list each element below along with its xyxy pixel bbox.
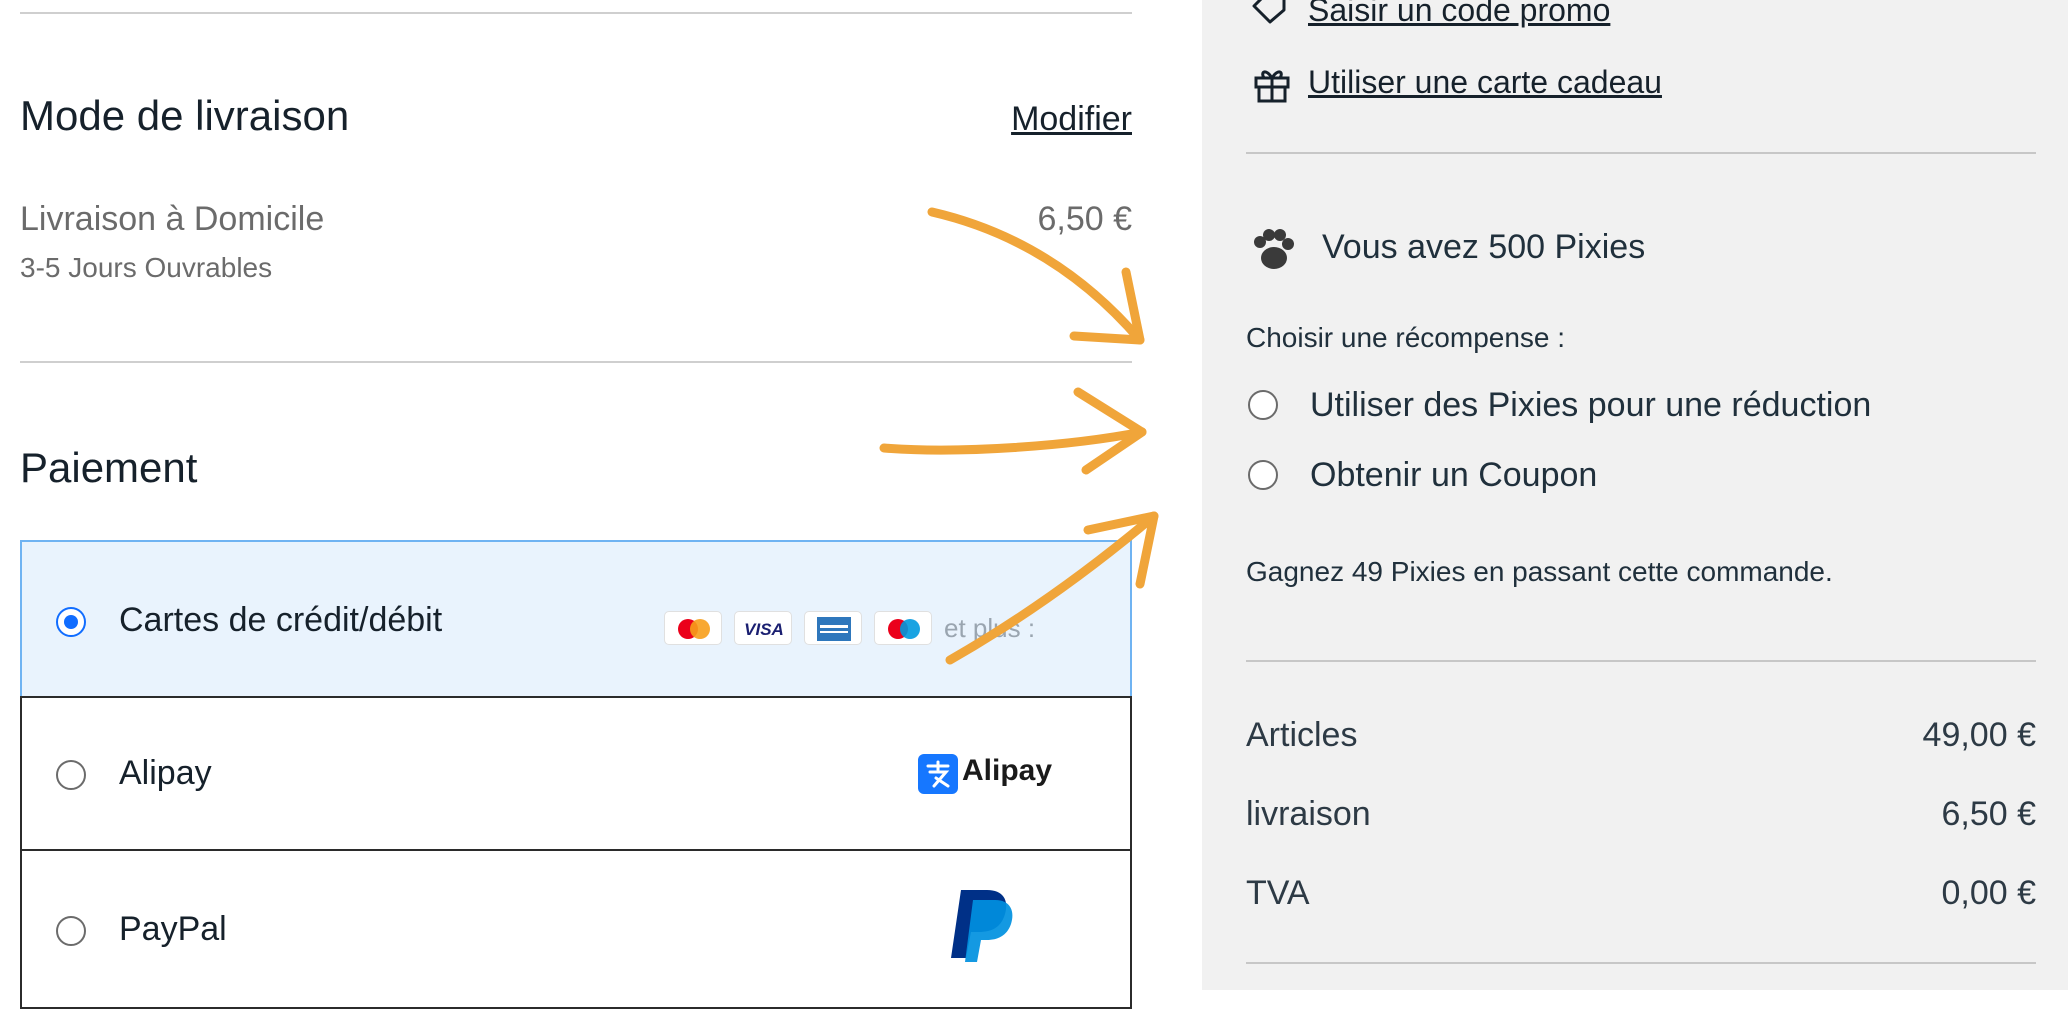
maestro-icon xyxy=(874,611,932,645)
cards-label: Cartes de crédit/débit xyxy=(119,601,443,639)
earn-note: Gagnez 49 Pixies en passant cette comman… xyxy=(1246,556,1833,587)
reward-prompt: Choisir une récompense : xyxy=(1246,322,1566,353)
more-cards-label: et plus : xyxy=(944,613,1036,643)
top-divider xyxy=(20,12,1132,14)
shipping-method-price: 6,50 € xyxy=(1037,200,1132,238)
cards-radio[interactable] xyxy=(56,607,86,637)
tag-icon xyxy=(1250,0,1290,31)
alipay-logo-icon xyxy=(918,754,958,794)
rewards-divider xyxy=(1246,660,2036,662)
paypal-icon xyxy=(947,886,1017,971)
paypal-label: PayPal xyxy=(119,910,227,948)
payment-title: Paiement xyxy=(20,444,198,491)
payment-option-alipay[interactable]: Alipay Alipay xyxy=(20,696,1132,851)
payment-option-paypal[interactable]: PayPal xyxy=(20,849,1132,1009)
paypal-radio[interactable] xyxy=(56,916,86,946)
visa-icon: VISA xyxy=(734,611,792,645)
summary-tax-value: 0,00 € xyxy=(1941,874,2036,912)
summary-items-value: 49,00 € xyxy=(1922,716,2036,754)
arrow-to-reward-prompt xyxy=(879,427,1147,455)
promo-code-link[interactable]: Saisir un code promo xyxy=(1308,0,1610,29)
amex-icon xyxy=(804,611,862,645)
modify-shipping-link[interactable]: Modifier xyxy=(1011,100,1132,139)
shipping-divider xyxy=(20,361,1132,363)
summary-tax-label: TVA xyxy=(1246,874,1310,912)
reward-coupon-label[interactable]: Obtenir un Coupon xyxy=(1310,456,1597,495)
alipay-logo-text: Alipay xyxy=(962,754,1053,787)
summary-divider xyxy=(1246,962,2036,964)
payment-option-cards[interactable]: Cartes de crédit/débit VISA et plus : xyxy=(20,540,1132,698)
reward-discount-radio[interactable] xyxy=(1248,390,1278,420)
gift-card-link[interactable]: Utiliser une carte cadeau xyxy=(1308,64,1662,101)
arrow-to-reward-prompt-head xyxy=(1073,387,1147,475)
shipping-method-delay: 3-5 Jours Ouvrables xyxy=(20,252,273,283)
summary-shipping-value: 6,50 € xyxy=(1941,795,2036,833)
paw-icon xyxy=(1250,228,1296,277)
summary-items-label: Articles xyxy=(1246,716,1358,754)
gift-icon xyxy=(1252,64,1292,109)
visa-icon-text: VISA xyxy=(744,620,784,639)
promo-divider xyxy=(1246,152,2036,154)
summary-shipping-label: livraison xyxy=(1246,795,1371,833)
reward-coupon-radio[interactable] xyxy=(1248,460,1278,490)
mastercard-icon xyxy=(664,611,722,645)
shipping-title: Mode de livraison xyxy=(20,92,350,139)
pixies-balance: Vous avez 500 Pixies xyxy=(1322,228,1646,266)
alipay-radio[interactable] xyxy=(56,760,86,790)
arrow-to-pixies-head xyxy=(1069,267,1145,345)
shipping-method-name: Livraison à Domicile xyxy=(20,200,325,238)
alipay-label: Alipay xyxy=(119,754,212,792)
reward-discount-label[interactable]: Utiliser des Pixies pour une réduction xyxy=(1310,386,1871,425)
order-summary-panel xyxy=(1202,0,2068,990)
